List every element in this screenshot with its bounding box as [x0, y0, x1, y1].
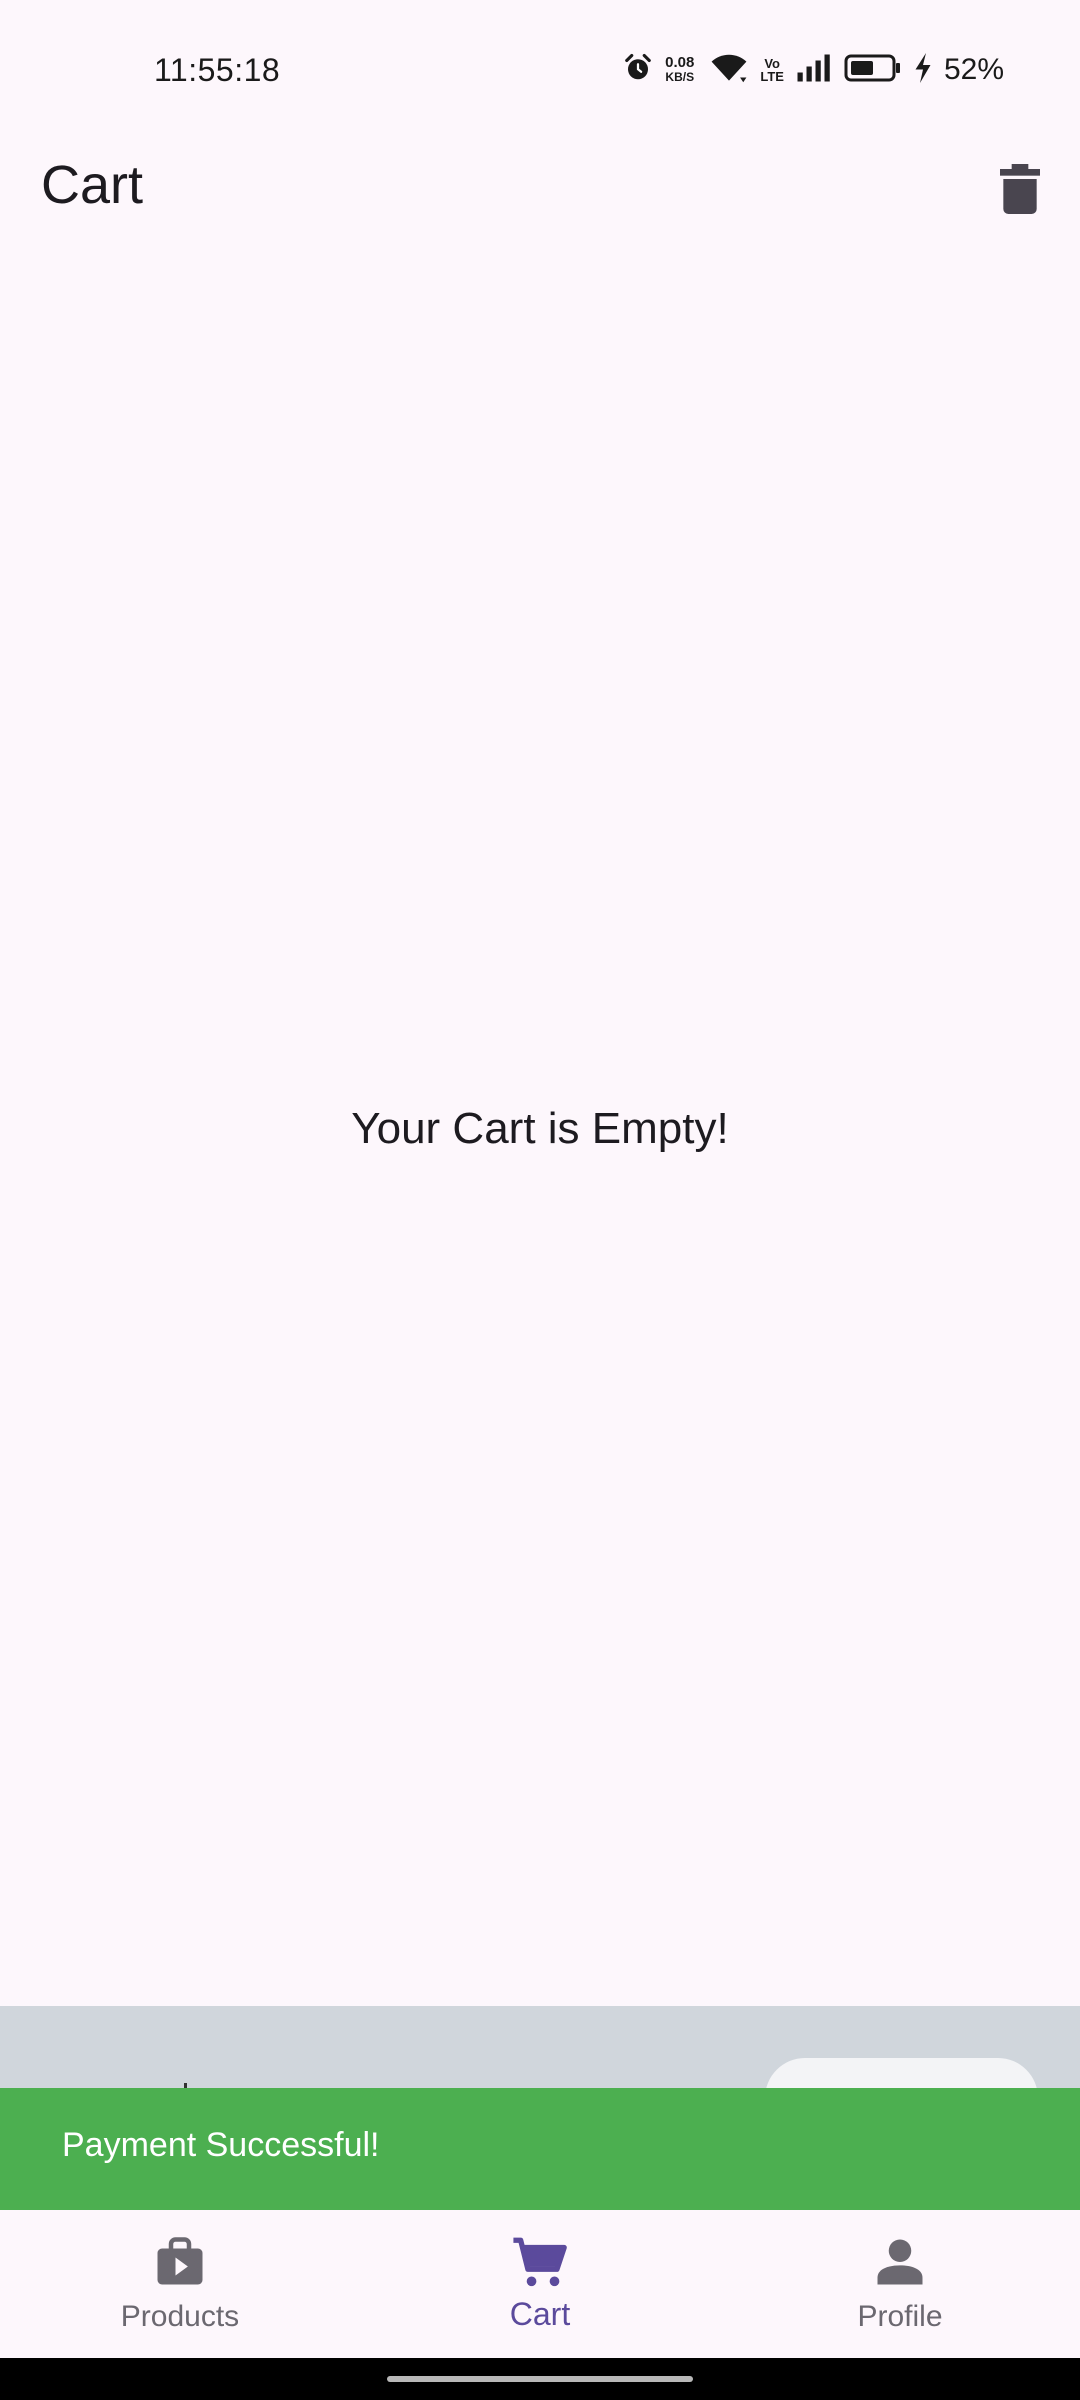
net-speed: 0.08 KB/S — [665, 55, 694, 85]
status-bar: 11:55:18 0.08 KB/S Vo LTE 52% — [0, 0, 1080, 140]
snackbar: Payment Successful! — [0, 2088, 1080, 2210]
volte-bottom: LTE — [760, 69, 784, 84]
person-icon — [873, 2232, 927, 2292]
app-bar: Cart — [0, 140, 1080, 240]
alarm-icon — [623, 53, 653, 88]
trash-icon — [1000, 163, 1040, 219]
nav-item-profile[interactable]: Profile — [720, 2210, 1080, 2358]
gesture-handle[interactable] — [387, 2376, 693, 2382]
net-speed-unit: KB/S — [665, 70, 695, 84]
status-icons: 0.08 KB/S Vo LTE 52% — [623, 50, 1004, 90]
signal-icon — [796, 53, 832, 88]
nav-label-products: Products — [120, 2300, 240, 2333]
status-time: 11:55:18 — [154, 52, 281, 88]
nav-item-cart[interactable]: Cart — [360, 2210, 720, 2358]
cart-icon — [511, 2232, 569, 2292]
battery-percent: 52% — [943, 53, 1004, 86]
shopping-bag-icon — [153, 2232, 207, 2292]
page-title: Cart — [41, 155, 144, 215]
empty-cart-message: Your Cart is Empty! — [351, 1104, 729, 1153]
snackbar-message: Payment Successful! — [62, 2126, 380, 2164]
screen: 11:55:18 0.08 KB/S Vo LTE 52% Cart Your … — [0, 0, 1080, 2400]
gesture-navigation-area — [0, 2358, 1080, 2400]
wifi-icon — [710, 52, 748, 89]
net-speed-value: 0.08 — [665, 54, 695, 71]
charging-icon — [914, 52, 932, 88]
battery-icon — [844, 53, 902, 88]
nav-label-profile: Profile — [857, 2300, 943, 2333]
bottom-nav: Products Cart Profile — [0, 2210, 1080, 2358]
nav-item-products[interactable]: Products — [0, 2210, 360, 2358]
nav-label-cart: Cart — [509, 2296, 571, 2332]
clear-cart-button[interactable] — [980, 156, 1060, 226]
volte-indicator: Vo LTE — [760, 57, 784, 83]
